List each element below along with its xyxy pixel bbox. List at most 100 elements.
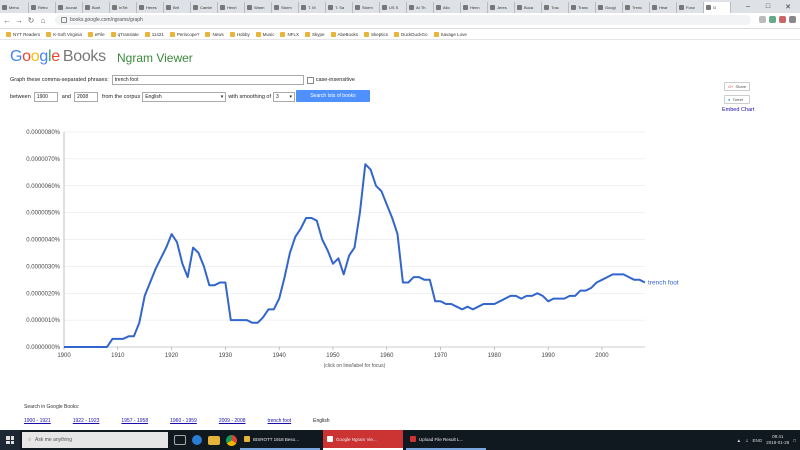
bookmark-item[interactable]: NYT Readers [6,31,40,37]
corpus-select[interactable]: English ▾ [142,92,227,102]
taskbar-app[interactable]: Google Ngram Vie... [323,430,403,450]
bookmark-icon [205,31,211,37]
browser-tab[interactable]: Tranc [569,1,596,13]
browser-tab[interactable]: Trac [542,1,569,13]
browser-tab[interactable]: Warm [245,1,272,13]
browser-tab[interactable]: US S [380,1,407,13]
notifications-icon[interactable]: □ [793,438,796,443]
year-range-link[interactable]: 1957 - 1958 [121,418,148,424]
bookmark-item[interactable]: Skeptics [364,31,388,37]
browser-tab[interactable]: Allo [434,1,461,13]
chrome-icon[interactable] [226,434,237,446]
bookmark-item[interactable]: qTranslate [110,31,139,37]
task-view-icon[interactable] [174,435,186,445]
bookmark-item[interactable]: NFLX [280,31,299,37]
browser-tab[interactable]: Googl [596,1,623,13]
browser-tab[interactable]: InTel [110,1,137,13]
embed-chart-link[interactable]: Embed Chart [722,107,754,113]
browser-tab[interactable]: T. Sa [326,1,353,13]
taskbar-app-label: Upload File Result L... [419,436,464,442]
phrases-input[interactable]: trench foot [111,75,304,85]
browser-tab[interactable]: Cambr [191,1,218,13]
y-tick-label: 0.0000070% [26,157,60,163]
browser-tab[interactable]: G [704,1,731,13]
forward-icon[interactable]: → [14,16,24,25]
browser-tab[interactable]: Menu [0,1,29,13]
bookmark-item[interactable]: K-Soft Virginia [46,31,82,37]
maximize-icon[interactable]: □ [758,0,778,13]
bookmark-item[interactable]: AbeBooks [330,31,358,37]
edge-icon[interactable] [192,435,202,445]
browser-tab[interactable]: T. M [299,1,326,13]
y-tick-label: 0.0000050% [26,211,60,217]
bookmark-item[interactable]: News [205,31,224,37]
browser-tab[interactable]: Hear [650,1,677,13]
browser-tab[interactable]: Bunt [83,1,110,13]
menu-icon[interactable] [789,16,796,23]
browser-tab[interactable]: Storm [353,1,380,13]
start-button[interactable] [0,430,20,450]
favicon-icon [409,4,414,10]
year-range-link[interactable]: 1900 - 1921 [24,418,51,424]
year-range-link[interactable]: 2009 - 2008 [219,418,246,424]
star-icon[interactable] [759,16,766,23]
end-year-input[interactable]: 2008 [73,92,98,102]
browser-tab[interactable]: Retro [29,1,56,13]
tab-label: Heres [146,4,157,10]
browser-tab[interactable]: Jounal [56,1,83,13]
folder-icon[interactable] [208,435,220,445]
year-range-link[interactable]: 1922 - 1923 [73,418,100,424]
url-field[interactable]: books.google.com/ngrams/graph [55,15,751,25]
start-year-input[interactable]: 1900 [33,92,58,102]
browser-tab[interactable]: Fonz [677,1,704,13]
volume-icon[interactable]: ♫ [745,438,748,443]
browser-tab[interactable]: Brit [164,1,191,13]
browser-tab[interactable]: Henn [461,1,488,13]
bookmark-item[interactable]: Periscope? [169,31,199,37]
tab-label: Googl [605,4,616,10]
network-icon[interactable]: ▲ [737,438,741,443]
tab-label: Henn [470,4,480,10]
bookmark-item[interactable]: DuckDuckGo [394,31,428,37]
bookmark-item[interactable]: Savage Love [433,31,467,37]
taskbar-app[interactable]: Upload File Result L... [406,430,486,450]
case-insensitive-checkbox[interactable] [306,76,314,84]
year-range-link[interactable]: 1960 - 1959 [170,418,197,424]
browser-tab[interactable]: Heres [137,1,164,13]
language-indicator[interactable]: ENG [752,438,762,443]
home-icon[interactable]: ⌂ [38,16,48,25]
clock[interactable]: 09:41 2018-01-28 [766,434,789,446]
browser-tab[interactable]: Henri [218,1,245,13]
close-icon[interactable]: ✕ [778,0,798,13]
bookmark-label: Hobby [236,31,250,37]
back-icon[interactable]: ← [2,16,12,25]
browser-tab[interactable]: Buca [515,1,542,13]
search-button[interactable]: Search lots of books [296,90,370,102]
logo-google: Google [10,48,60,65]
browser-tab[interactable]: Jeres [488,1,515,13]
series-label[interactable]: trench foot [648,280,679,287]
favicon-icon [706,4,711,10]
google-books-logo[interactable]: Google Books [10,48,106,66]
tweet-button[interactable]: ● Tweet [724,95,751,104]
bookmark-label: DuckDuckGo [401,31,428,37]
taskbar-app[interactable]: IBSROTT 1918 Beso... [240,430,320,450]
phrases-row: Graph these comma-separated phrases: tre… [10,75,355,85]
extension-icon[interactable] [779,16,786,23]
bookmark-item[interactable]: Skype [305,31,325,37]
minimize-icon[interactable]: – [738,0,758,13]
browser-tab[interactable]: At Th [407,1,434,13]
reload-icon[interactable]: ↻ [26,16,36,25]
bookmark-item[interactable]: Music [255,31,274,37]
year-range-link[interactable]: trench foot [268,418,292,424]
bookmark-item[interactable]: 11421 [144,31,164,37]
bookmark-item[interactable]: Hobby [229,31,250,37]
taskbar-search[interactable]: ○ Ask me anything [22,432,168,448]
browser-tab[interactable]: Trenc [623,1,650,13]
extension-icon[interactable] [769,16,776,23]
browser-tab[interactable]: Storm [272,1,299,13]
share-button[interactable]: G+ Share [724,82,751,91]
bookmark-item[interactable]: eFile [87,31,105,37]
series-line[interactable] [64,163,646,348]
smoothing-select[interactable]: 3 ▾ [273,92,296,102]
